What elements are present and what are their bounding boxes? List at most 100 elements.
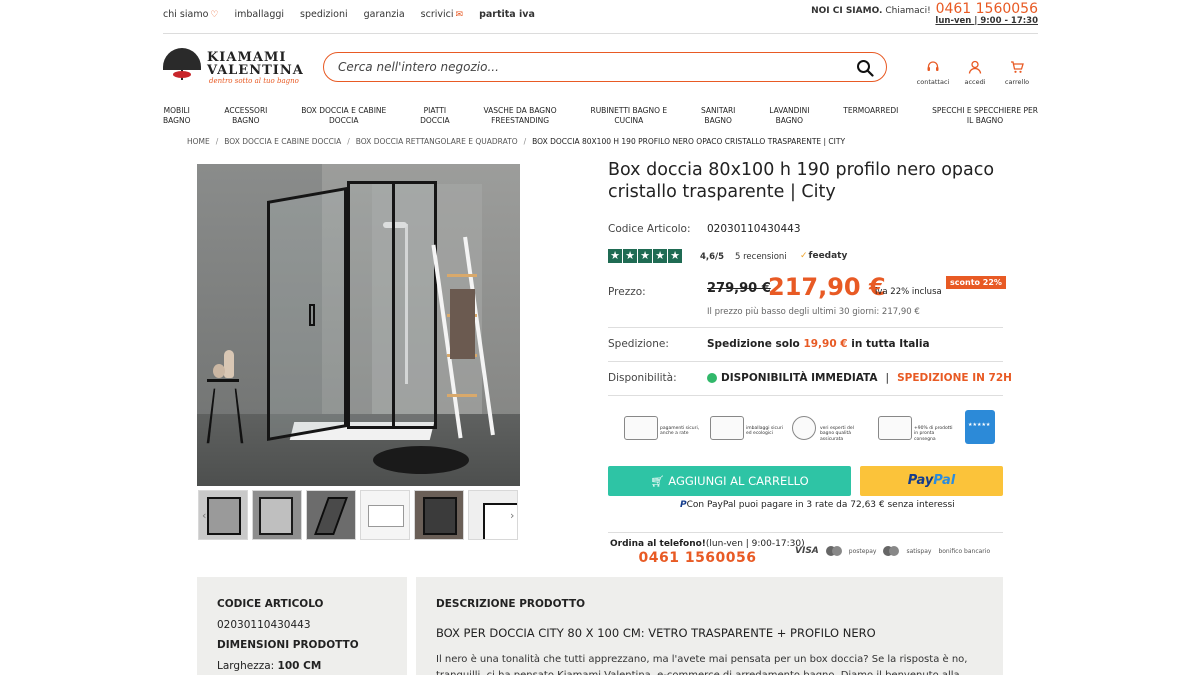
- nav-piatti-doccia[interactable]: PIATTI DOCCIA: [420, 106, 450, 128]
- top-divider: [163, 33, 1038, 34]
- thumbnail-3[interactable]: [306, 490, 356, 540]
- nav-lavandini[interactable]: LAVANDINI BAGNO: [769, 106, 809, 128]
- paypal-installments-note: PCon PayPal puoi pagare in 3 rate da 72,…: [680, 500, 955, 510]
- badge-text: pagamenti sicuri, anche a rate: [660, 426, 700, 437]
- link-scrivici[interactable]: scrivici ✉: [421, 9, 463, 20]
- lips-logo-icon: [173, 71, 191, 78]
- nav-line1: RUBINETTI BAGNO E: [590, 106, 668, 115]
- code-value: 02030110430443: [707, 223, 801, 235]
- lowest-price-note: Il prezzo più basso degli ultimi 30 gior…: [707, 307, 920, 317]
- paypal-button[interactable]: PayPal: [860, 466, 1003, 496]
- divider: [608, 532, 1003, 533]
- star-icon: ★: [668, 249, 682, 263]
- paypal-icon: P: [680, 500, 687, 510]
- nav-line1: PIATTI: [423, 106, 447, 115]
- logo-name-line2: VALENTINA: [207, 63, 304, 78]
- contattaci-button[interactable]: contattaci: [912, 60, 954, 90]
- breadcrumb-home[interactable]: HOME: [187, 137, 210, 146]
- availability-separator: |: [885, 372, 890, 384]
- link-partita-iva[interactable]: partita iva: [479, 9, 535, 20]
- mail-icon: ✉: [455, 10, 464, 20]
- nav-vasche[interactable]: VASCHE DA BAGNO FREESTANDING: [483, 106, 556, 128]
- spec-width-value: 100 CM: [277, 660, 322, 672]
- thumbnail-5[interactable]: [414, 490, 464, 540]
- shipping-pre: Spedizione solo: [707, 338, 800, 350]
- chevron-left-icon[interactable]: ‹: [202, 509, 206, 522]
- headset-icon: [927, 61, 939, 71]
- nav-line1: TERMOARREDI: [843, 106, 899, 115]
- top-hours: lun-ven | 9:00 - 17:30: [935, 16, 1038, 26]
- image-side-table: [207, 379, 239, 437]
- image-frame-divider: [392, 181, 395, 429]
- add-to-cart-button[interactable]: 🛒︎ AGGIUNGI AL CARRELLO: [608, 466, 851, 496]
- product-description-panel: DESCRIZIONE PRODOTTO BOX PER DOCCIA CITY…: [416, 577, 1003, 675]
- truck-icon: [878, 416, 912, 440]
- nav-box-doccia[interactable]: BOX DOCCIA E CABINE DOCCIA: [301, 106, 386, 128]
- code-label: Codice Articolo:: [608, 223, 691, 235]
- nav-sanitari[interactable]: SANITARI BAGNO: [701, 106, 735, 128]
- image-ladder-rung: [447, 394, 477, 397]
- divider: [608, 361, 1003, 362]
- nav-rubinetti[interactable]: RUBINETTI BAGNO E CUCINA: [590, 106, 667, 128]
- thumbnail-shape: [207, 497, 241, 535]
- spec-code-heading: CODICE ARTICOLO: [217, 598, 324, 610]
- star-icon: ★: [653, 249, 667, 263]
- search-icon[interactable]: [856, 59, 874, 77]
- nav-line1: SANITARI: [700, 106, 736, 115]
- reviews-link[interactable]: 5 recensioni: [735, 252, 787, 262]
- badge-text: imballaggi sicuri ed ecologici: [746, 426, 783, 437]
- image-rug: [373, 446, 469, 474]
- accedi-button[interactable]: accedi: [954, 60, 996, 90]
- breadcrumb-box-doccia[interactable]: BOX DOCCIA E CABINE DOCCIA: [224, 137, 341, 146]
- nav-line2: BAGNO: [704, 115, 732, 125]
- accedi-label: accedi: [964, 78, 986, 86]
- link-scrivici-label: scrivici: [420, 9, 454, 20]
- old-price: 279,90 €: [707, 281, 771, 296]
- link-garanzia[interactable]: garanzia: [364, 9, 405, 20]
- breadcrumb: HOME / BOX DOCCIA E CABINE DOCCIA / BOX DOCC…: [187, 137, 845, 146]
- nav-line1: BOX DOCCIA E CABINE: [301, 106, 387, 115]
- star-icon: ★: [608, 249, 622, 263]
- order-label-hours: (lun-ven | 9:00-17:30): [705, 539, 805, 549]
- product-page: chi siamo ♡ imballaggi spedizioni garanzi…: [0, 0, 1200, 675]
- nav-accessori-bagno[interactable]: ACCESSORI BAGNO: [224, 106, 267, 128]
- rating-stars: ★ ★ ★ ★ ★: [608, 249, 682, 263]
- contact-line: NOI CI SIAMO. Chiamaci! 0461 1560056: [811, 2, 1038, 16]
- nav-specchi[interactable]: SPECCHI E SPECCHIERE PER IL BAGNO: [932, 106, 1038, 128]
- carrello-button[interactable]: carrello: [996, 60, 1038, 90]
- search-input[interactable]: Cerca nell'intero negozio...: [323, 52, 887, 82]
- nav-line1: SPECCHI E SPECCHIERE PER: [932, 106, 1038, 115]
- chevron-right-icon[interactable]: ›: [510, 509, 514, 522]
- thumbnail-shape: [423, 497, 457, 535]
- shipping-post: in tutta Italia: [851, 338, 930, 350]
- visa-icon: VISA: [795, 546, 819, 556]
- breadcrumb-separator: /: [523, 137, 527, 146]
- thumbnail-2[interactable]: [252, 490, 302, 540]
- availability-value: DISPONIBILITÀ IMMEDIATA | SPEDIZIONE IN …: [707, 372, 1012, 384]
- product-main-image[interactable]: [197, 164, 520, 486]
- nav-line2: BAGNO: [232, 115, 260, 125]
- spec-dimensions-heading: DIMENSIONI PRODOTTO: [217, 639, 359, 651]
- contattaci-label: contattaci: [916, 78, 950, 86]
- rating-seal-icon: [965, 410, 995, 444]
- paypal-logo-part1: Pay: [907, 473, 934, 488]
- breadcrumb-separator: /: [215, 137, 219, 146]
- nav-line2: DOCCIA: [329, 115, 359, 125]
- link-spedizioni[interactable]: spedizioni: [300, 9, 348, 20]
- thumbnail-4[interactable]: [360, 490, 410, 540]
- top-phone-link[interactable]: 0461 1560056: [936, 1, 1038, 17]
- breadcrumb-rettangolare[interactable]: BOX DOCCIA RETTANGOLARE E QUADRATO: [356, 137, 518, 146]
- nav-line2: FREESTANDING: [491, 115, 550, 125]
- link-chi-siamo[interactable]: chi siamo ♡: [163, 9, 218, 20]
- site-logo[interactable]: KIAMAMI VALENTINA dentro sotto al tuo ba…: [163, 46, 308, 86]
- order-phone-link[interactable]: 0461 1560056: [610, 550, 785, 566]
- current-price: 217,90 €: [768, 273, 886, 301]
- nav-termoarredi[interactable]: TERMOARREDI: [843, 106, 898, 128]
- spec-code-value: 02030110430443: [217, 619, 311, 631]
- nav-mobili-bagno[interactable]: MOBILI BAGNO: [163, 106, 190, 128]
- description-text: Il nero è una tonalità che tutti apprezz…: [436, 654, 968, 675]
- link-imballaggi[interactable]: imballaggi: [234, 9, 284, 20]
- top-links: chi siamo ♡ imballaggi spedizioni garanzi…: [163, 9, 535, 20]
- paypal-installments-text: Con PayPal puoi pagare in 3 rate da 72,6…: [686, 500, 955, 510]
- thumbnail-shape: [259, 497, 293, 535]
